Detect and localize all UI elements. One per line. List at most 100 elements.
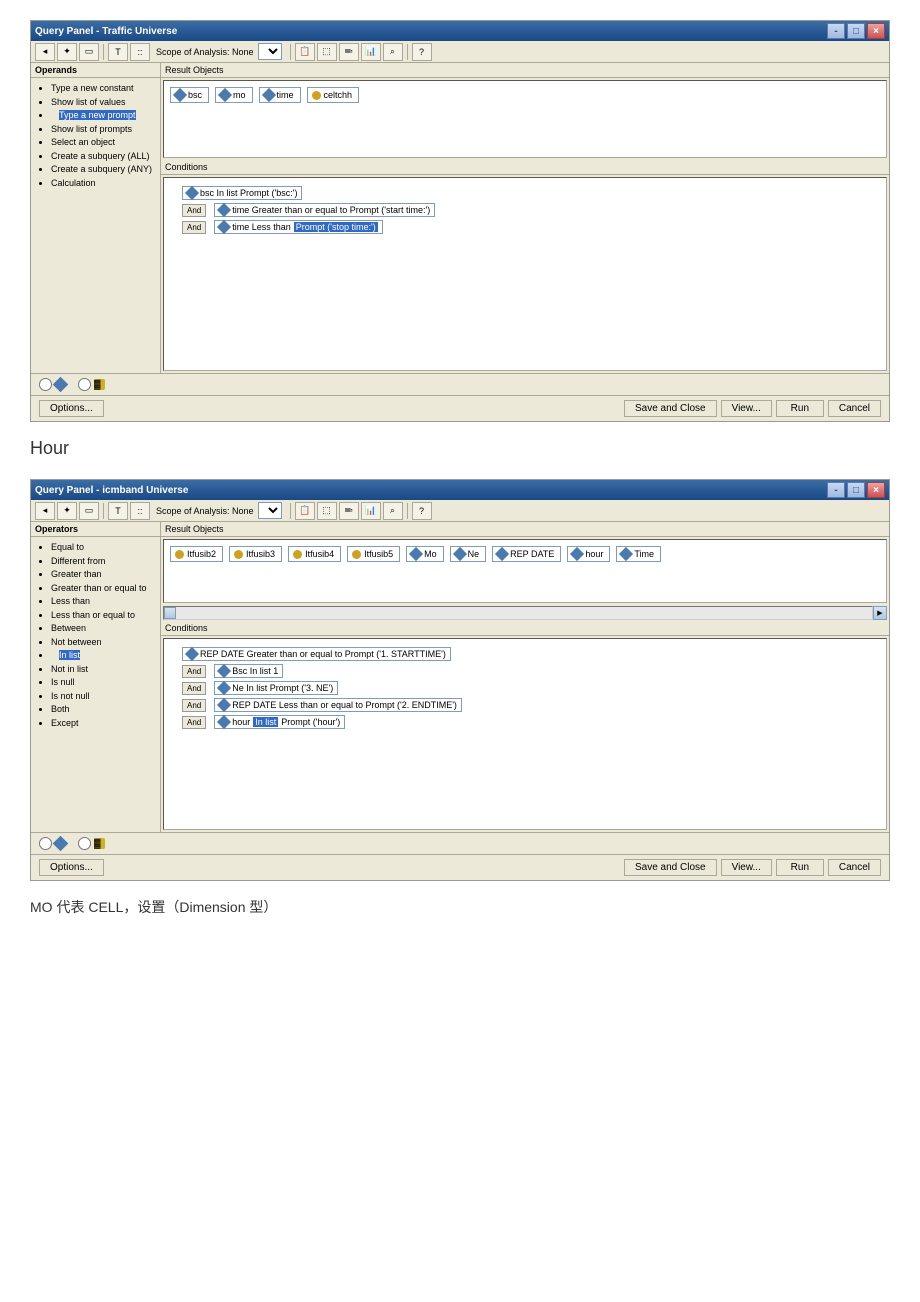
result-object-chip[interactable]: bsc xyxy=(170,87,209,103)
list-item[interactable]: Type a new prompt xyxy=(51,109,158,123)
and-operator[interactable]: And xyxy=(182,682,206,695)
condition-line[interactable]: Andhour In list Prompt ('hour') xyxy=(182,715,878,729)
condition-line[interactable]: AndREP DATE Less than or equal to Prompt… xyxy=(182,698,878,712)
options-button[interactable]: Options... xyxy=(39,400,104,417)
toolbar-btn[interactable]: ⬚ xyxy=(317,502,337,520)
list-item[interactable]: In list xyxy=(51,649,158,663)
toolbar-btn[interactable]: ✦ xyxy=(57,43,77,61)
doc-heading: Hour xyxy=(30,438,890,459)
toolbar-btn[interactable]: 📋 xyxy=(295,43,315,61)
radio-measure[interactable]: ▓ xyxy=(78,378,105,391)
close-button[interactable]: × xyxy=(867,482,885,498)
and-operator[interactable]: And xyxy=(182,204,206,217)
result-object-chip[interactable]: mo xyxy=(215,87,253,103)
result-object-chip[interactable]: Ne xyxy=(450,546,487,562)
toolbar-btn[interactable]: ⬚ xyxy=(317,43,337,61)
list-item[interactable]: Not between xyxy=(51,636,158,650)
cancel-button[interactable]: Cancel xyxy=(828,400,881,417)
toolbar-btn[interactable]: 📊 xyxy=(361,502,381,520)
list-item[interactable]: Create a subquery (ANY) xyxy=(51,163,158,177)
list-item[interactable]: Between xyxy=(51,622,158,636)
help-button[interactable]: ? xyxy=(412,502,432,520)
list-item[interactable]: Different from xyxy=(51,555,158,569)
radio-dimension[interactable] xyxy=(39,837,66,850)
options-button[interactable]: Options... xyxy=(39,859,104,876)
toolbar-btn[interactable]: ◂ xyxy=(35,43,55,61)
result-object-chip[interactable]: Itfusib3 xyxy=(229,546,282,562)
list-item[interactable]: Type a new constant xyxy=(51,82,158,96)
toolbar-btn[interactable]: :: xyxy=(130,502,150,520)
toolbar-btn[interactable]: 📋 xyxy=(295,502,315,520)
toolbar-btn[interactable]: ◂ xyxy=(35,502,55,520)
save-close-button[interactable]: Save and Close xyxy=(624,859,717,876)
radio-dimension[interactable] xyxy=(39,378,66,391)
list-item[interactable]: Show list of values xyxy=(51,96,158,110)
list-item[interactable]: Greater than or equal to xyxy=(51,582,158,596)
minimize-button[interactable]: - xyxy=(827,23,845,39)
list-item[interactable]: Is not null xyxy=(51,690,158,704)
toolbar-btn[interactable]: ⌕ xyxy=(383,502,403,520)
cancel-button[interactable]: Cancel xyxy=(828,859,881,876)
list-item[interactable]: Less than or equal to xyxy=(51,609,158,623)
result-object-chip[interactable]: hour xyxy=(567,546,610,562)
toolbar-btn[interactable]: ▭ xyxy=(79,502,99,520)
conditions-area[interactable]: bsc In list Prompt ('bsc:') Andtime Great… xyxy=(163,177,887,371)
maximize-button[interactable]: □ xyxy=(847,23,865,39)
result-objects[interactable]: Itfusib2 Itfusib3 Itfusib4 Itfusib5 Mo Ne REP … xyxy=(163,539,887,603)
save-close-button[interactable]: Save and Close xyxy=(624,400,717,417)
toolbar-btn[interactable]: ⌕ xyxy=(383,43,403,61)
run-button[interactable]: Run xyxy=(776,859,824,876)
scope-select[interactable] xyxy=(258,43,282,60)
list-item[interactable]: Greater than xyxy=(51,568,158,582)
condition-line[interactable]: REP DATE Greater than or equal to Prompt… xyxy=(182,647,878,661)
and-operator[interactable]: And xyxy=(182,221,206,234)
toolbar-btn[interactable]: ≕ xyxy=(339,502,359,520)
and-operator[interactable]: And xyxy=(182,699,206,712)
result-object-chip[interactable]: Time xyxy=(616,546,661,562)
result-object-chip[interactable]: time xyxy=(259,87,301,103)
toolbar-btn[interactable]: :: xyxy=(130,43,150,61)
result-object-chip[interactable]: Itfusib2 xyxy=(170,546,223,562)
minimize-button[interactable]: - xyxy=(827,482,845,498)
condition-line[interactable]: Andtime Greater than or equal to Prompt … xyxy=(182,203,878,217)
list-item[interactable]: Both xyxy=(51,703,158,717)
result-object-chip[interactable]: celtchh xyxy=(307,87,360,103)
conditions-area[interactable]: REP DATE Greater than or equal to Prompt… xyxy=(163,638,887,830)
view-button[interactable]: View... xyxy=(721,859,772,876)
condition-line[interactable]: AndBsc In list 1 xyxy=(182,664,878,678)
toolbar-btn[interactable]: 📊 xyxy=(361,43,381,61)
toolbar-btn[interactable]: ✦ xyxy=(57,502,77,520)
toolbar-btn[interactable]: T xyxy=(108,502,128,520)
run-button[interactable]: Run xyxy=(776,400,824,417)
condition-line[interactable]: bsc In list Prompt ('bsc:') xyxy=(182,186,878,200)
list-item[interactable]: Not in list xyxy=(51,663,158,677)
list-item[interactable]: Show list of prompts xyxy=(51,123,158,137)
list-item[interactable]: Equal to xyxy=(51,541,158,555)
scroll-right-button[interactable]: ▶ xyxy=(873,606,887,620)
list-item[interactable]: Less than xyxy=(51,595,158,609)
condition-line[interactable]: AndNe In list Prompt ('3. NE') xyxy=(182,681,878,695)
list-item[interactable]: Calculation xyxy=(51,177,158,191)
help-button[interactable]: ? xyxy=(412,43,432,61)
list-item[interactable]: Is null xyxy=(51,676,158,690)
radio-measure[interactable]: ▓ xyxy=(78,837,105,850)
condition-line[interactable]: Andtime Less than Prompt ('stop time:') xyxy=(182,220,878,234)
list-item[interactable]: Select an object xyxy=(51,136,158,150)
result-object-chip[interactable]: Mo xyxy=(406,546,444,562)
close-button[interactable]: × xyxy=(867,23,885,39)
list-item[interactable]: Create a subquery (ALL) xyxy=(51,150,158,164)
toolbar-btn[interactable]: ≕ xyxy=(339,43,359,61)
and-operator[interactable]: And xyxy=(182,665,206,678)
toolbar-btn[interactable]: ▭ xyxy=(79,43,99,61)
view-button[interactable]: View... xyxy=(721,400,772,417)
result-object-chip[interactable]: Itfusib5 xyxy=(347,546,400,562)
result-scrollbar[interactable]: ▶ xyxy=(161,605,889,621)
toolbar-btn[interactable]: T xyxy=(108,43,128,61)
result-object-chip[interactable]: REP DATE xyxy=(492,546,561,562)
list-item[interactable]: Except xyxy=(51,717,158,731)
result-objects[interactable]: bscmotime celtchh xyxy=(163,80,887,158)
scope-select[interactable] xyxy=(258,502,282,519)
and-operator[interactable]: And xyxy=(182,716,206,729)
result-object-chip[interactable]: Itfusib4 xyxy=(288,546,341,562)
maximize-button[interactable]: □ xyxy=(847,482,865,498)
